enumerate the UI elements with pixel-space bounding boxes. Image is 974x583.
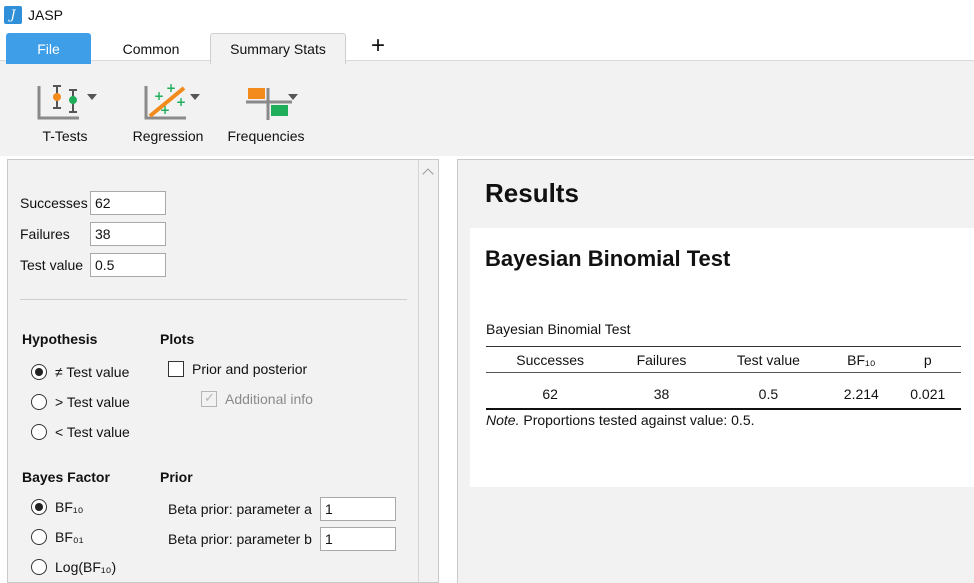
regression-icon: + + + +: [134, 80, 202, 124]
table-cell: 38: [614, 372, 709, 410]
radio-checked-icon[interactable]: [31, 499, 47, 515]
results-panel: Results Bayesian Binomial Test Bayesian …: [457, 159, 974, 583]
failures-input[interactable]: [90, 222, 166, 246]
ribbon-toolbar: T-Tests + + + + Regression Frequencies: [0, 64, 974, 156]
chevron-down-icon: [190, 94, 200, 100]
svg-text:+: +: [176, 95, 186, 109]
note-text: Proportions tested against value: 0.5.: [519, 412, 755, 428]
analysis-title[interactable]: Bayesian Binomial Test: [485, 246, 730, 272]
radio-unchecked-icon[interactable]: [31, 529, 47, 545]
section-divider: [20, 299, 407, 300]
prior-param-b-input[interactable]: [320, 527, 396, 551]
successes-input[interactable]: [90, 191, 166, 215]
prior-param-b-label: Beta prior: parameter b: [168, 531, 312, 547]
analysis-options-panel: Successes Failures Test value Hypothesis…: [7, 159, 439, 583]
bf10-radio[interactable]: BF₁₀: [31, 499, 83, 515]
table-cell: 2.214: [828, 372, 895, 410]
bayes-factor-option-label: BF₁₀: [55, 499, 84, 515]
tab-common[interactable]: Common: [95, 33, 207, 64]
frequencies-label: Frequencies: [227, 128, 305, 144]
failures-label: Failures: [20, 226, 70, 242]
test-value-input[interactable]: [90, 253, 166, 277]
ttests-label: T-Tests: [42, 128, 88, 144]
hypothesis-option-label: ≠ Test value: [55, 364, 130, 380]
regression-menu-button[interactable]: + + + + Regression: [128, 80, 208, 146]
results-heading: Results: [485, 178, 579, 208]
bayes-factor-option-label: BF₀₁: [55, 529, 84, 545]
prior-param-a-row: Beta prior: parameter a: [168, 497, 396, 521]
table-cell: 62: [486, 372, 615, 410]
plots-title: Plots: [160, 331, 195, 347]
successes-row: Successes: [20, 191, 166, 215]
test-value-label: Test value: [20, 257, 84, 273]
checkbox-disabled-icon[interactable]: [201, 390, 217, 407]
prior-posterior-checkbox-row[interactable]: Prior and posterior: [168, 361, 307, 377]
prior-param-a-label: Beta prior: parameter a: [168, 501, 312, 517]
additional-info-label: Additional info: [225, 391, 313, 407]
results-table: Successes Failures Test value BF₁₀ p 62 …: [486, 346, 961, 410]
hypothesis-less-radio[interactable]: < Test value: [31, 424, 130, 440]
options-scrollbar[interactable]: [418, 160, 438, 582]
successes-label: Successes: [20, 195, 88, 211]
svg-text:+: +: [160, 103, 170, 117]
prior-posterior-label: Prior and posterior: [192, 361, 308, 377]
svg-text:+: +: [154, 89, 164, 103]
table-caption: Bayesian Binomial Test: [486, 321, 631, 337]
hypothesis-option-label: > Test value: [55, 394, 130, 410]
radio-unchecked-icon[interactable]: [31, 559, 47, 575]
tab-bar: File Common Summary Stats +: [0, 30, 974, 64]
results-card: Bayesian Binomial Test Bayesian Binomial…: [470, 228, 974, 487]
additional-info-checkbox-row[interactable]: Additional info: [201, 390, 313, 407]
radio-unchecked-icon[interactable]: [31, 424, 47, 440]
column-header: Test value: [708, 346, 829, 373]
hypothesis-greater-radio[interactable]: > Test value: [31, 394, 130, 410]
chevron-down-icon: [288, 94, 298, 100]
checkbox-icon[interactable]: [168, 361, 184, 377]
panel-splitter[interactable]: [446, 159, 450, 583]
bayes-factor-option-label: Log(BF₁₀): [55, 559, 117, 575]
title-bar: J JASP: [0, 0, 974, 30]
column-header: Failures: [614, 346, 709, 373]
chevron-down-icon: [87, 94, 97, 100]
radio-checked-icon[interactable]: [31, 364, 47, 380]
bf01-radio[interactable]: BF₀₁: [31, 529, 83, 545]
frequencies-icon: [232, 80, 300, 124]
column-header: p: [894, 346, 961, 373]
hypothesis-not-equal-radio[interactable]: ≠ Test value: [31, 364, 129, 380]
table-cell: 0.5: [708, 372, 829, 410]
prior-param-a-input[interactable]: [320, 497, 396, 521]
radio-unchecked-icon[interactable]: [31, 394, 47, 410]
table-header-row: Successes Failures Test value BF₁₀ p: [486, 346, 961, 373]
svg-text:+: +: [166, 81, 176, 95]
bayes-factor-title: Bayes Factor: [22, 469, 110, 485]
column-header: Successes: [486, 346, 615, 373]
ttests-menu-button[interactable]: T-Tests: [30, 80, 100, 146]
test-value-row: Test value: [20, 253, 166, 277]
jasp-window: J JASP File Common Summary Stats + T-Tes…: [0, 0, 974, 583]
table-cell: 0.021: [894, 372, 961, 410]
table-note: Note. Proportions tested against value: …: [486, 412, 755, 428]
prior-param-b-row: Beta prior: parameter b: [168, 527, 396, 551]
hypothesis-title: Hypothesis: [22, 331, 98, 347]
tab-summary-stats[interactable]: Summary Stats: [210, 33, 346, 64]
add-module-button[interactable]: +: [362, 30, 394, 61]
note-label: Note.: [486, 412, 520, 428]
failures-row: Failures: [20, 222, 166, 246]
prior-title: Prior: [160, 469, 193, 485]
regression-label: Regression: [132, 128, 204, 144]
hypothesis-option-label: < Test value: [55, 424, 130, 440]
chevron-up-icon[interactable]: [422, 168, 434, 180]
table-row: 62 38 0.5 2.214 0.021: [486, 372, 961, 410]
column-header: BF₁₀: [828, 346, 895, 373]
app-title: JASP: [28, 7, 64, 23]
ttests-icon: [31, 80, 99, 124]
log-bf10-radio[interactable]: Log(BF₁₀): [31, 559, 116, 575]
frequencies-menu-button[interactable]: Frequencies: [226, 80, 306, 146]
tab-file[interactable]: File: [6, 33, 91, 64]
jasp-logo-icon: J: [4, 6, 22, 24]
